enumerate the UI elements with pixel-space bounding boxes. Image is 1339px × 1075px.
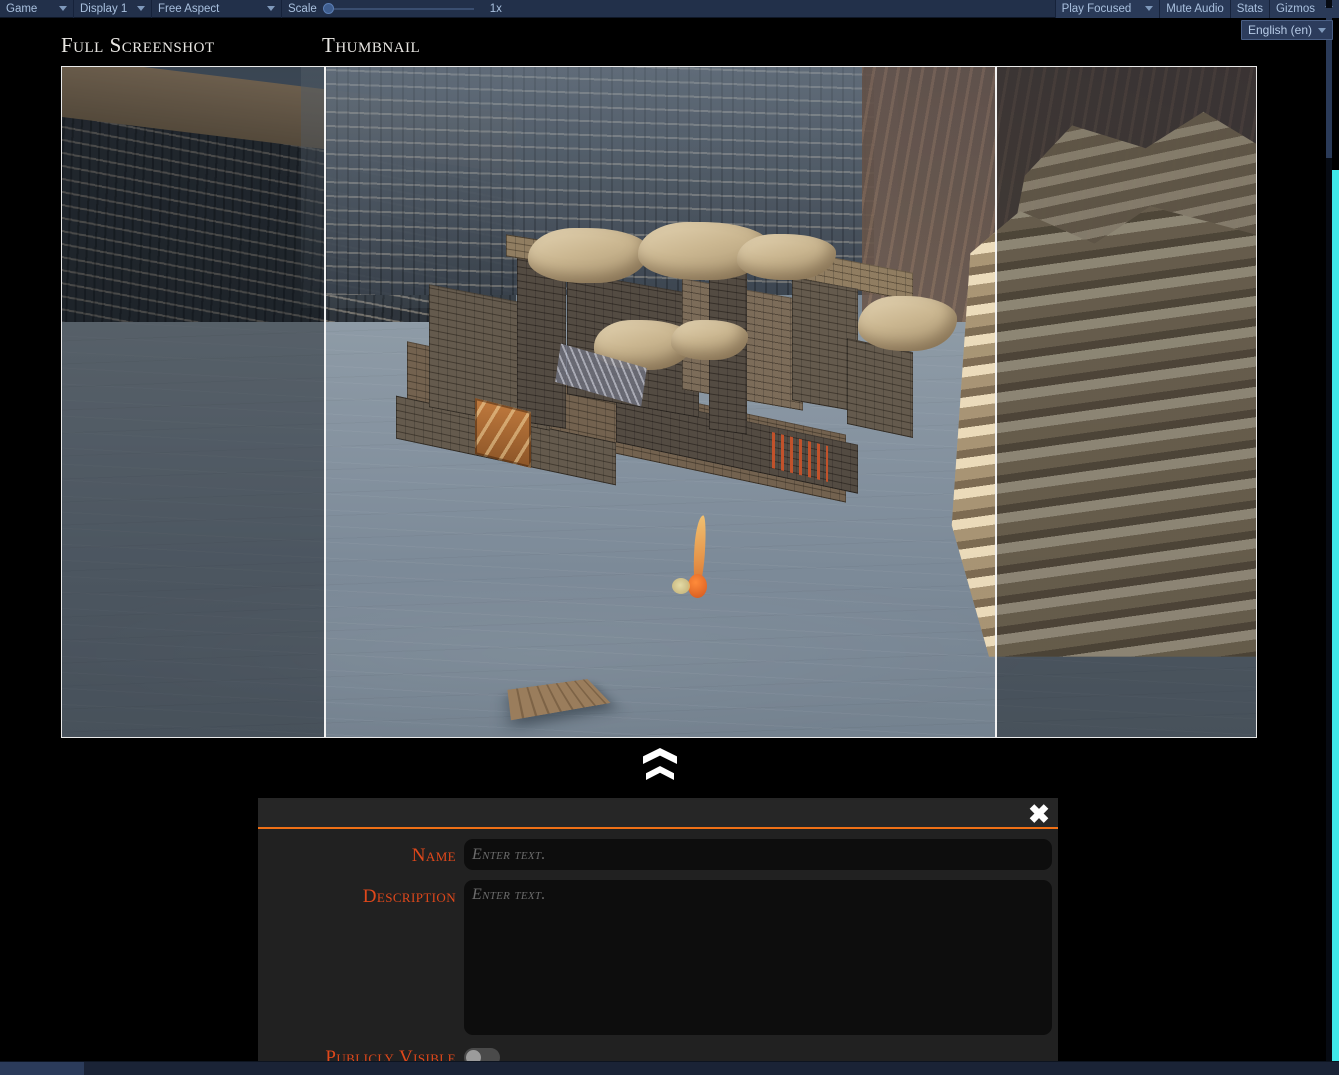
scene-creature bbox=[672, 514, 712, 602]
name-input[interactable]: Enter text. bbox=[464, 839, 1052, 870]
app-root: Game Display 1 Free Aspect Scale 1x Play… bbox=[0, 0, 1339, 1075]
scale-slider-track[interactable] bbox=[333, 7, 474, 10]
game-scene-render bbox=[62, 67, 1256, 737]
name-row: Name Enter text. bbox=[258, 839, 1058, 870]
chevron-down-icon bbox=[267, 6, 275, 11]
toolbar-right-group: Play Focused Mute Audio Stats Gizmos bbox=[1054, 0, 1339, 18]
scale-slider-group[interactable]: Scale 1x bbox=[282, 0, 508, 18]
play-mode-label: Play Focused bbox=[1061, 2, 1132, 15]
scene-rock-outcrop-f bbox=[857, 295, 957, 352]
aspect-ratio-dropdown[interactable]: Free Aspect bbox=[152, 0, 282, 18]
status-bar-chip bbox=[0, 1062, 84, 1075]
view-type-label: Game bbox=[6, 2, 38, 15]
gizmos-label: Gizmos bbox=[1276, 2, 1315, 15]
scene-rock-outcrop-a bbox=[528, 227, 649, 284]
display-dropdown[interactable]: Display 1 bbox=[74, 0, 152, 18]
thumbnail-header: Thumbnail bbox=[322, 33, 421, 57]
unity-status-bar bbox=[0, 1061, 1339, 1075]
thumbnail-crop-dim-right bbox=[996, 67, 1256, 737]
stats-button[interactable]: Stats bbox=[1229, 0, 1270, 18]
scene-ruins-island bbox=[396, 221, 957, 536]
scene-creature-body bbox=[688, 573, 708, 598]
display-label: Display 1 bbox=[80, 2, 128, 15]
screenshot-details-form: ✖ Name Enter text. Description Enter tex… bbox=[258, 798, 1058, 1068]
scene-rock-outcrop-e bbox=[670, 320, 748, 361]
form-body: Name Enter text. Description Enter text.… bbox=[258, 829, 1058, 1069]
double-chevron-up-icon-secondary bbox=[646, 766, 674, 780]
scene-rock-outcrop-c bbox=[736, 233, 836, 281]
description-row: Description Enter text. bbox=[258, 880, 1058, 1035]
view-type-dropdown[interactable]: Game bbox=[0, 0, 74, 18]
name-label: Name bbox=[411, 845, 456, 866]
chevron-down-icon bbox=[1145, 6, 1154, 11]
thumbnail-crop-line-right[interactable] bbox=[995, 67, 997, 737]
thumbnail-crop-line-left[interactable] bbox=[324, 67, 326, 737]
stats-label: Stats bbox=[1236, 2, 1264, 15]
mute-audio-button[interactable]: Mute Audio bbox=[1159, 0, 1230, 18]
close-icon[interactable]: ✖ bbox=[1024, 800, 1054, 828]
double-chevron-up-icon bbox=[643, 748, 677, 764]
name-placeholder: Enter text. bbox=[472, 845, 546, 863]
full-screenshot-header: Full Screenshot bbox=[61, 33, 215, 57]
aspect-ratio-label: Free Aspect bbox=[158, 2, 220, 15]
chevron-down-icon bbox=[137, 6, 145, 11]
right-edge-highlight-strip bbox=[1332, 170, 1339, 1075]
screenshot-preview[interactable] bbox=[61, 66, 1257, 738]
collapse-panel-toggle[interactable] bbox=[632, 748, 688, 794]
thumbnail-crop-dim-left bbox=[62, 67, 325, 737]
scale-value: 1x bbox=[489, 2, 502, 15]
chevron-down-icon bbox=[59, 6, 67, 11]
scale-slider-knob[interactable] bbox=[322, 3, 334, 14]
language-selector-label: English (en) bbox=[1247, 23, 1312, 37]
scale-slider[interactable] bbox=[322, 3, 474, 14]
scene-wall-far-right bbox=[846, 337, 913, 439]
chevron-down-icon bbox=[1318, 27, 1326, 33]
mute-audio-label: Mute Audio bbox=[1166, 2, 1224, 15]
form-titlebar: ✖ bbox=[258, 798, 1058, 829]
unity-game-view-toolbar: Game Display 1 Free Aspect Scale 1x Play… bbox=[0, 0, 1339, 18]
description-input[interactable]: Enter text. bbox=[464, 880, 1052, 1035]
description-label: Description bbox=[362, 886, 456, 907]
language-selector[interactable]: English (en) bbox=[1240, 20, 1333, 40]
scale-label: Scale bbox=[288, 2, 317, 15]
play-mode-dropdown[interactable]: Play Focused bbox=[1054, 0, 1160, 18]
scene-creature-foam bbox=[672, 577, 691, 594]
description-placeholder: Enter text. bbox=[472, 886, 546, 903]
